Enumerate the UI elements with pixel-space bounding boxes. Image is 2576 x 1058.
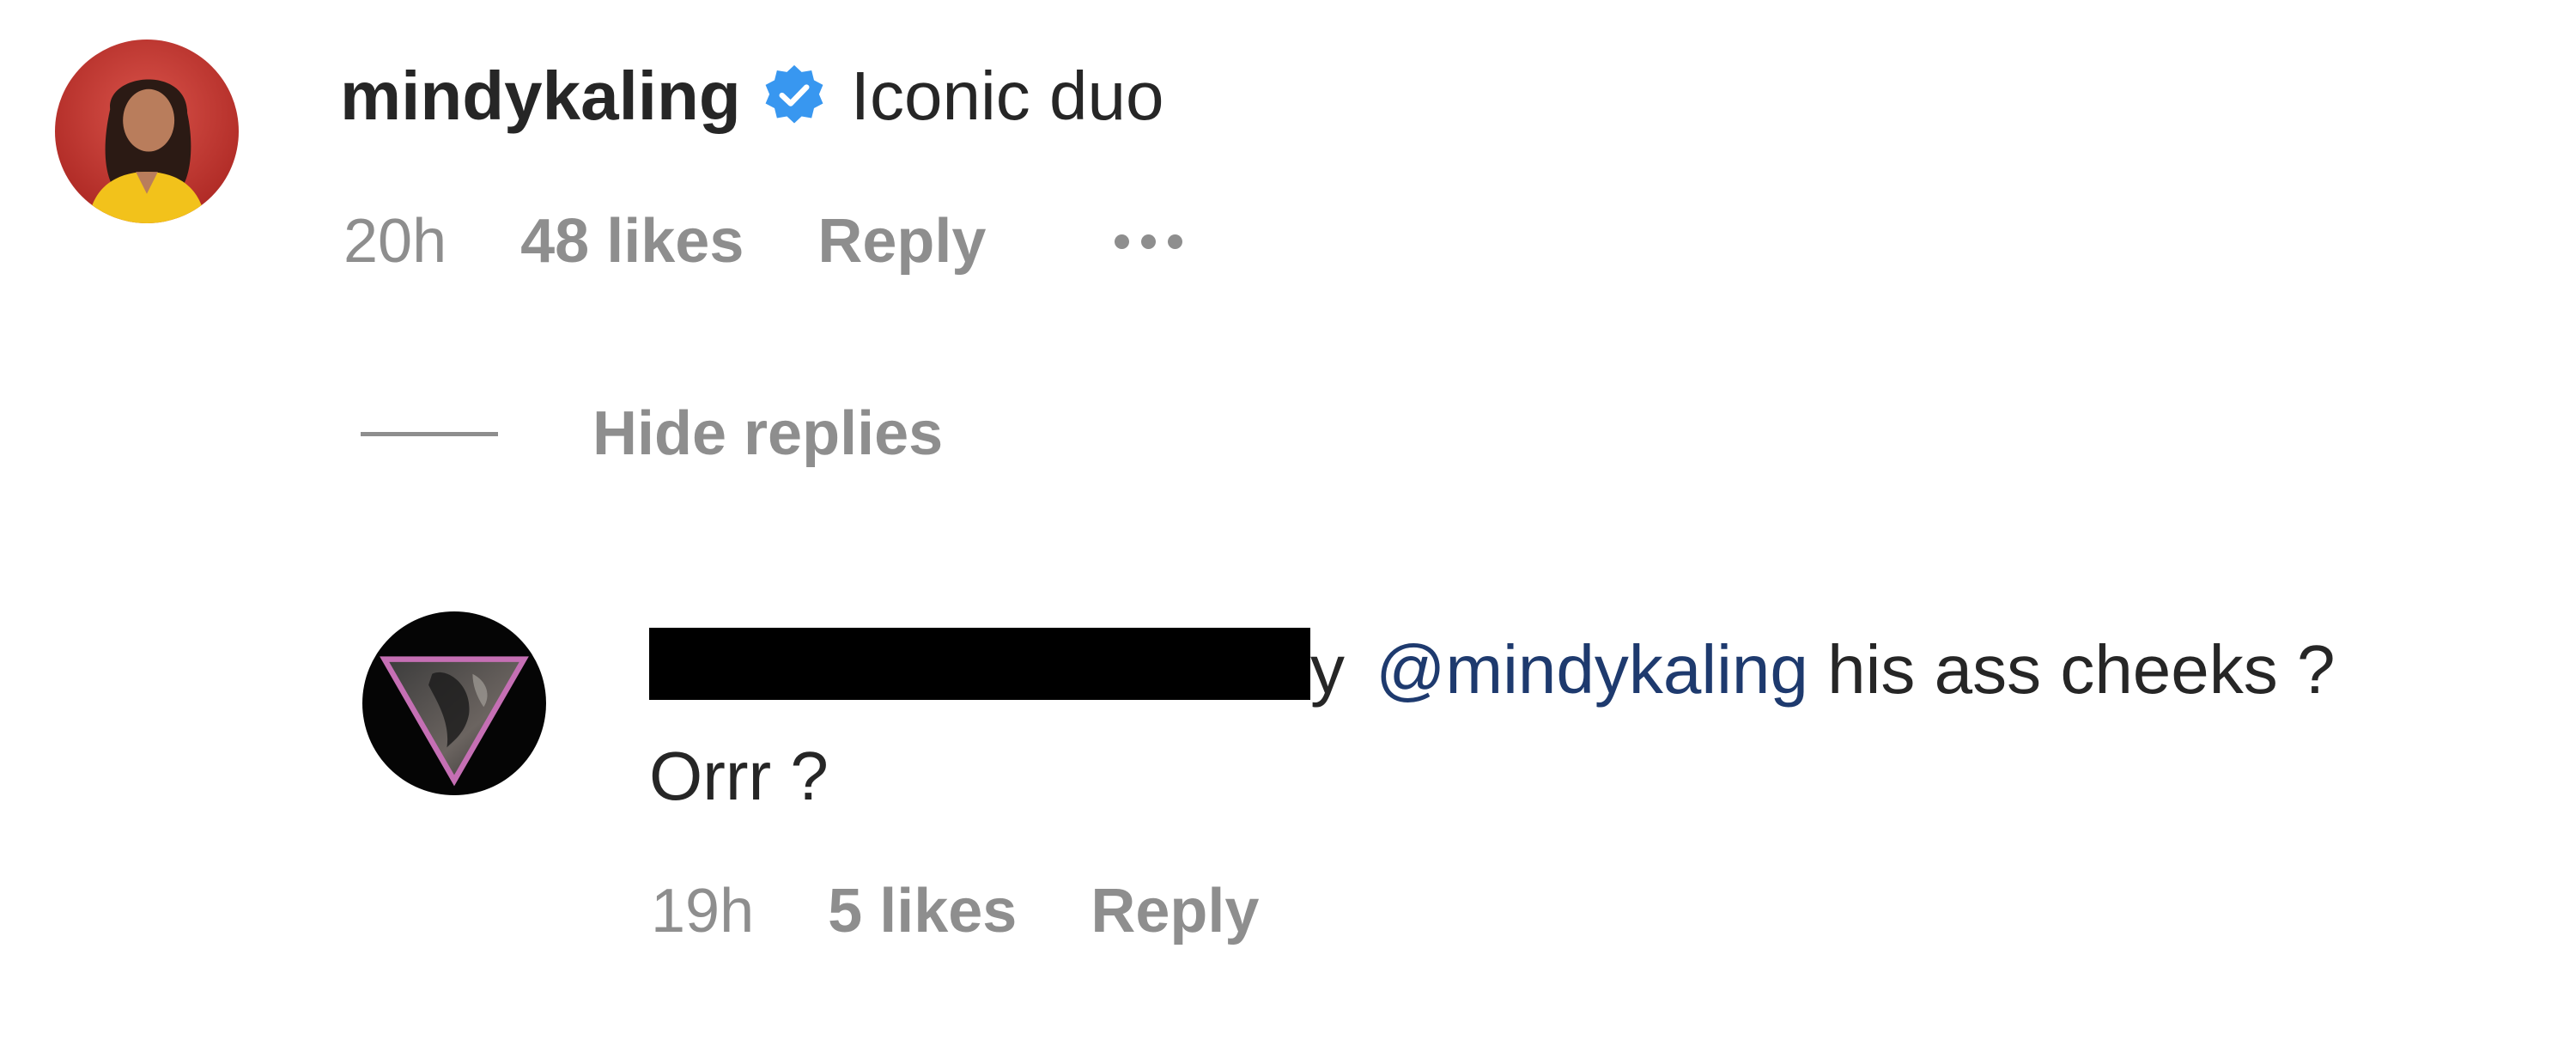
- redacted-username: [649, 628, 1310, 700]
- reply-text-line2: Orrr ?: [649, 738, 829, 814]
- comment-text: Iconic duo: [850, 58, 1164, 134]
- reply-username-tail: y: [1310, 631, 1345, 708]
- verified-badge-icon: [762, 64, 827, 129]
- comment-likes[interactable]: 48 likes: [520, 206, 744, 277]
- avatar-image: [55, 40, 239, 223]
- comment-username[interactable]: mindykaling: [340, 57, 741, 136]
- hide-replies-label: Hide replies: [592, 399, 944, 468]
- reply-reply-button[interactable]: Reply: [1091, 876, 1259, 946]
- avatar-mindykaling[interactable]: [55, 40, 239, 223]
- comment-meta: 20h 48 likes Reply: [343, 203, 1183, 280]
- reply-likes[interactable]: 5 likes: [828, 876, 1017, 946]
- reply-mention-link[interactable]: @mindykaling: [1376, 631, 1808, 708]
- reply-meta: 19h 5 likes Reply: [651, 873, 1259, 950]
- comment-header: mindykaling Iconic duo: [340, 45, 1163, 148]
- avatar-reply-user[interactable]: [362, 611, 546, 795]
- more-dots-icon[interactable]: [1115, 234, 1183, 249]
- hide-replies-divider: [361, 431, 498, 436]
- comment-reply-button[interactable]: Reply: [817, 206, 986, 277]
- reply-text-line1: his ass cheeks ?: [1807, 631, 2336, 708]
- hide-replies-toggle[interactable]: Hide replies: [361, 395, 943, 472]
- avatar-image: [362, 611, 546, 795]
- reply-body: y @mindykaling his ass cheeks ? Orrr ?: [649, 617, 2564, 830]
- reply-time[interactable]: 19h: [651, 876, 754, 946]
- comment-time[interactable]: 20h: [343, 206, 447, 277]
